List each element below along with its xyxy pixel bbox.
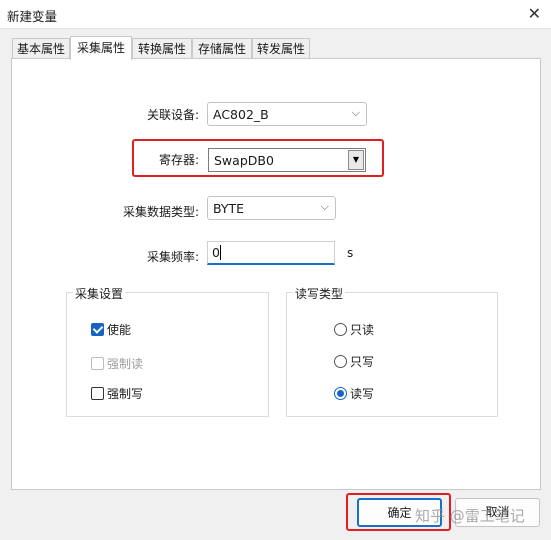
write-only-label: 只写 [350,355,375,369]
radio-read-write[interactable] [334,387,347,400]
enable-checkbox[interactable] [91,323,104,336]
device-label: 关联设备: [146,108,199,122]
collect-settings-group: 采集设置 使能 强制读 强制写 [66,285,269,417]
frequency-label: 采集频率: [146,250,199,264]
data-type-value: BYTE [213,201,245,216]
collect-settings-title: 采集设置 [73,285,126,302]
radio-read-only[interactable] [334,323,347,336]
device-value: AC802_B [213,107,269,122]
window-title: 新建变量 [7,9,58,24]
register-value: SwapDB0 [214,153,274,168]
force-write-checkbox[interactable] [91,387,104,400]
chevron-down-icon: ⌵ [320,200,329,213]
collect-properties-panel: 关联设备: AC802_B ⌵ 寄存器: SwapDB0 ▼ 采集数据类型: B… [11,58,541,490]
tab-convert[interactable]: 转换属性 [132,38,192,59]
device-select[interactable]: AC802_B ⌵ [207,102,367,126]
tab-storage[interactable]: 存储属性 [192,38,252,59]
read-write-label: 读写 [350,387,375,401]
rw-type-group: 读写类型 只读 只写 读写 [286,285,498,417]
register-select[interactable]: SwapDB0 ▼ [208,148,366,172]
rw-type-title: 读写类型 [293,285,346,302]
force-read-checkbox [91,357,104,370]
data-type-select[interactable]: BYTE ⌵ [207,196,336,220]
chevron-down-icon: ⌵ [351,106,360,119]
tab-basic[interactable]: 基本属性 [12,38,70,59]
enable-label: 使能 [107,323,132,337]
frequency-value: 0 [212,245,220,260]
tab-collect[interactable]: 采集属性 [70,36,132,60]
register-label: 寄存器: [158,153,199,167]
watermark: 知乎 @雷工笔记 [415,507,525,525]
read-only-label: 只读 [350,323,375,337]
force-write-label: 强制写 [107,387,144,401]
tab-forward[interactable]: 转发属性 [252,38,310,59]
dropdown-arrow-icon[interactable]: ▼ [348,150,364,170]
title-bar: 新建变量 ✕ [0,0,551,29]
force-read-label: 强制读 [107,357,144,371]
frequency-input[interactable]: 0 [207,241,335,265]
frequency-unit: s [347,246,354,260]
data-type-label: 采集数据类型: [122,205,199,219]
radio-write-only[interactable] [334,355,347,368]
close-icon[interactable]: ✕ [528,4,541,23]
text-caret [220,245,221,260]
